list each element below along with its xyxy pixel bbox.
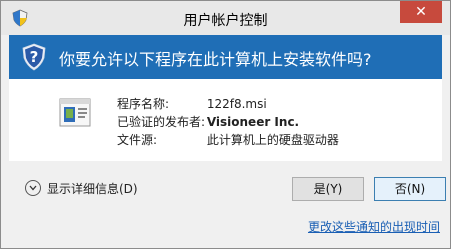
- close-button[interactable]: ✕: [400, 1, 442, 23]
- window-title: 用户帐户控制: [183, 13, 268, 29]
- program-details: 程序名称: 122f8.msi 已验证的发布者: Visioneer Inc. …: [9, 79, 442, 161]
- program-name-value: 122f8.msi: [206, 97, 267, 111]
- svg-text:?: ?: [30, 48, 39, 66]
- change-notification-link[interactable]: 更改这些通知的出现时间: [308, 218, 440, 235]
- file-source-row: 文件源: 此计算机上的硬盘驱动器: [117, 131, 339, 149]
- yes-button[interactable]: 是(Y): [292, 177, 364, 201]
- publisher-row: 已验证的发布者: Visioneer Inc.: [117, 113, 339, 131]
- title-bar: 用户帐户控制 ✕: [1, 1, 450, 35]
- details-list: 程序名称: 122f8.msi 已验证的发布者: Visioneer Inc. …: [117, 95, 339, 149]
- show-details-label: 显示详细信息(D): [47, 181, 138, 196]
- installer-package-icon: [59, 98, 91, 127]
- uac-dialog: 用户帐户控制 ✕ ? 你要允许以下程序在此计算机上安装软件吗? 程序名称: 12…: [0, 0, 451, 249]
- question-shield-icon: ?: [22, 43, 46, 71]
- question-banner: ? 你要允许以下程序在此计算机上安装软件吗?: [9, 35, 442, 79]
- question-text: 你要允许以下程序在此计算机上安装软件吗?: [59, 50, 372, 69]
- file-source-value: 此计算机上的硬盘驱动器: [206, 133, 339, 147]
- publisher-label: 已验证的发布者:: [117, 115, 206, 129]
- program-name-label: 程序名称:: [117, 97, 170, 111]
- program-name-row: 程序名称: 122f8.msi: [117, 95, 339, 113]
- publisher-value: Visioneer Inc.: [206, 115, 300, 129]
- show-details-toggle[interactable]: 显示详细信息(D): [25, 177, 138, 199]
- no-button[interactable]: 否(N): [374, 177, 446, 201]
- chevron-down-icon: [25, 180, 41, 196]
- file-source-label: 文件源:: [117, 133, 158, 147]
